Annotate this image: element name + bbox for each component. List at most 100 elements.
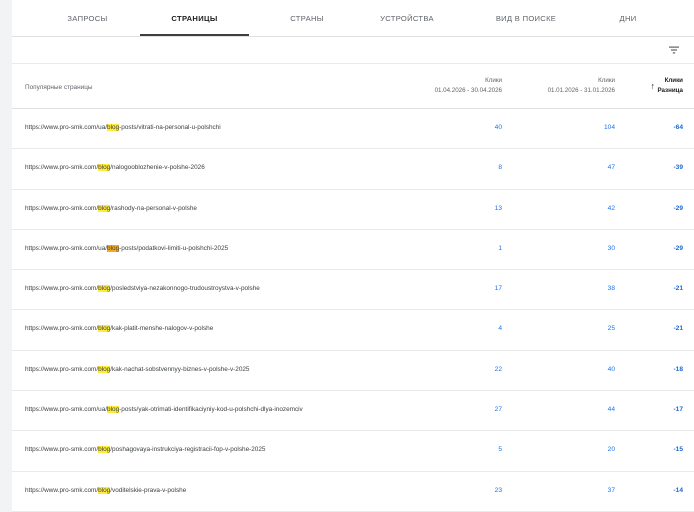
column-header-clicks-difference[interactable]: Клики Разница — [658, 76, 684, 96]
table-row[interactable]: https://www.pro-smk.com/blog/kak-platit-… — [12, 310, 694, 351]
clicks-current: 1 — [498, 244, 502, 252]
tab-days[interactable]: ДНИ — [578, 0, 678, 37]
tab-countries[interactable]: СТРАНЫ — [257, 0, 357, 37]
clicks-difference: -29 — [673, 244, 683, 252]
table-row[interactable]: https://www.pro-smk.com/blog/nalogoobloz… — [12, 149, 694, 190]
url-highlight: blog — [98, 325, 111, 333]
url-suffix: /kak-nachat-sobstvennyy-biznes-v-polshe-… — [110, 365, 250, 373]
table-row[interactable]: https://www.pro-smk.com/blog/poshagovaya… — [12, 431, 694, 472]
url-suffix: /voditelskie-prava-v-polshe — [110, 486, 187, 494]
filter-icon[interactable] — [668, 44, 680, 56]
url-highlight: blog — [98, 365, 111, 373]
clicks-difference: -14 — [673, 486, 683, 494]
page-url[interactable]: https://www.pro-smk.com/blog/rashody-na-… — [25, 204, 197, 212]
page-url[interactable]: https://www.pro-smk.com/blog/poshagovaya… — [25, 446, 266, 454]
clicks-difference: -15 — [673, 446, 683, 454]
page-url[interactable]: https://www.pro-smk.com/blog/kak-nachat-… — [25, 365, 250, 373]
table-row[interactable]: https://www.pro-smk.com/blog/rashody-na-… — [12, 190, 694, 230]
url-suffix: /kak-platit-menshe-nalogov-v-polshe — [110, 325, 214, 333]
tab-queries[interactable]: ЗАПРОСЫ — [40, 0, 135, 37]
column-header-clicks-previous[interactable]: Клики 01.01.2026 - 31.01.2026 — [548, 76, 615, 96]
url-suffix: /posledstviya-nezakonnogo-trudoustroystv… — [110, 285, 260, 293]
clicks-difference: -39 — [673, 164, 683, 172]
url-highlight: blog — [98, 486, 111, 494]
clicks-previous: 44 — [607, 406, 615, 414]
url-prefix: https://www.pro-smk.com/ua/ — [25, 244, 108, 252]
column-header-clicks-current[interactable]: Клики 01.04.2026 - 30.04.2026 — [435, 76, 502, 96]
clicks-current: 17 — [494, 285, 502, 293]
clicks-current: 40 — [494, 124, 502, 131]
active-tab-indicator — [140, 34, 249, 36]
table-header: Популярные страницы Клики 01.04.2026 - 3… — [12, 64, 694, 109]
url-suffix: /nalogooblozhenie-v-polshe-2026 — [110, 164, 205, 172]
tab-search-appearance[interactable]: ВИД В ПОИСКЕ — [476, 0, 576, 37]
clicks-difference: -17 — [673, 406, 683, 414]
page-url[interactable]: https://www.pro-smk.com/blog/posledstviy… — [25, 285, 260, 293]
column-subtitle: Разница — [657, 87, 684, 94]
clicks-previous: 37 — [607, 486, 615, 494]
url-highlight: blog — [98, 285, 111, 293]
clicks-current: 4 — [498, 325, 502, 333]
clicks-current: 8 — [498, 164, 502, 172]
clicks-difference: -29 — [673, 204, 683, 212]
url-prefix: https://www.pro-smk.com/ — [25, 365, 99, 373]
url-suffix: -posts/podatkovi-limiti-u-polshchi-2025 — [119, 244, 229, 252]
url-prefix: https://www.pro-smk.com/ — [25, 204, 99, 212]
clicks-previous: 30 — [607, 244, 615, 252]
table-row[interactable]: https://www.pro-smk.com/ua/blog-posts/po… — [12, 230, 694, 271]
page-url[interactable]: https://www.pro-smk.com/ua/blog-posts/po… — [25, 244, 229, 252]
clicks-current: 27 — [494, 406, 502, 414]
clicks-current: 5 — [498, 446, 502, 454]
clicks-previous: 47 — [607, 164, 615, 172]
url-highlight: blog — [98, 164, 111, 172]
url-suffix: -posts/yak-otrimati-identifikaciyniy-kod… — [119, 406, 303, 414]
table-row[interactable]: https://www.pro-smk.com/ua/blog-posts/ya… — [12, 391, 694, 432]
arrow-up-icon[interactable]: ↑ — [651, 81, 656, 91]
table-row[interactable]: https://www.pro-smk.com/blog/voditelskie… — [12, 472, 694, 512]
clicks-difference: -18 — [673, 365, 683, 373]
column-title: Клики — [664, 77, 683, 84]
clicks-previous: 40 — [607, 365, 615, 373]
url-suffix: /rashody-na-personal-v-polshe — [110, 204, 197, 212]
column-dates: 01.04.2026 - 30.04.2026 — [434, 87, 502, 94]
page-url[interactable]: https://www.pro-smk.com/blog/kak-platit-… — [25, 325, 214, 333]
page-url[interactable]: https://www.pro-smk.com/blog/nalogoobloz… — [25, 164, 205, 172]
clicks-difference: -21 — [673, 285, 683, 293]
table-row[interactable]: https://www.pro-smk.com/blog/posledstviy… — [12, 270, 694, 311]
url-prefix: https://www.pro-smk.com/ — [25, 446, 99, 454]
clicks-previous: 38 — [607, 285, 615, 293]
tab-pages[interactable]: СТРАНИЦЫ — [140, 0, 249, 37]
clicks-previous: 25 — [607, 325, 615, 333]
url-prefix: https://www.pro-smk.com/ua/ — [25, 124, 108, 131]
clicks-previous: 42 — [607, 204, 615, 212]
url-prefix: https://www.pro-smk.com/ — [25, 486, 99, 494]
performance-card: ЗАПРОСЫ СТРАНИЦЫ СТРАНЫ УСТРОЙСТВА ВИД В… — [12, 0, 694, 512]
clicks-current: 13 — [494, 204, 502, 212]
url-highlight: blog — [107, 124, 120, 131]
filter-row — [12, 37, 694, 64]
table-row[interactable]: https://www.pro-smk.com/blog/kak-nachat-… — [12, 351, 694, 392]
url-highlight: blog — [98, 446, 111, 454]
column-dates: 01.01.2026 - 31.01.2026 — [547, 87, 615, 94]
page-url[interactable]: https://www.pro-smk.com/ua/blog-posts/ya… — [25, 406, 303, 414]
column-header-pages: Популярные страницы — [25, 84, 93, 91]
url-suffix: /poshagovaya-instrukciya-registracii-fop… — [110, 446, 266, 454]
table-row[interactable]: https://www.pro-smk.com/ua/blog-posts/vi… — [12, 109, 694, 150]
url-prefix: https://www.pro-smk.com/ — [25, 164, 99, 172]
column-title: Клики — [485, 77, 502, 84]
page-url[interactable]: https://www.pro-smk.com/blog/voditelskie… — [25, 486, 187, 494]
clicks-current: 22 — [494, 365, 502, 373]
url-suffix: -posts/vitrati-na-personal-u-polshchi — [119, 124, 221, 131]
tab-devices[interactable]: УСТРОЙСТВА — [357, 0, 457, 37]
url-prefix: https://www.pro-smk.com/ — [25, 285, 99, 293]
url-prefix: https://www.pro-smk.com/ua/ — [25, 406, 108, 414]
clicks-difference: -64 — [673, 124, 683, 131]
url-highlight: blog — [98, 204, 111, 212]
page-url[interactable]: https://www.pro-smk.com/ua/blog-posts/vi… — [25, 124, 221, 131]
tab-bar: ЗАПРОСЫ СТРАНИЦЫ СТРАНЫ УСТРОЙСТВА ВИД В… — [12, 0, 694, 37]
url-highlight: blog — [107, 244, 120, 252]
clicks-current: 23 — [494, 486, 502, 494]
url-prefix: https://www.pro-smk.com/ — [25, 325, 99, 333]
clicks-difference: -21 — [673, 325, 683, 333]
clicks-previous: 20 — [607, 446, 615, 454]
